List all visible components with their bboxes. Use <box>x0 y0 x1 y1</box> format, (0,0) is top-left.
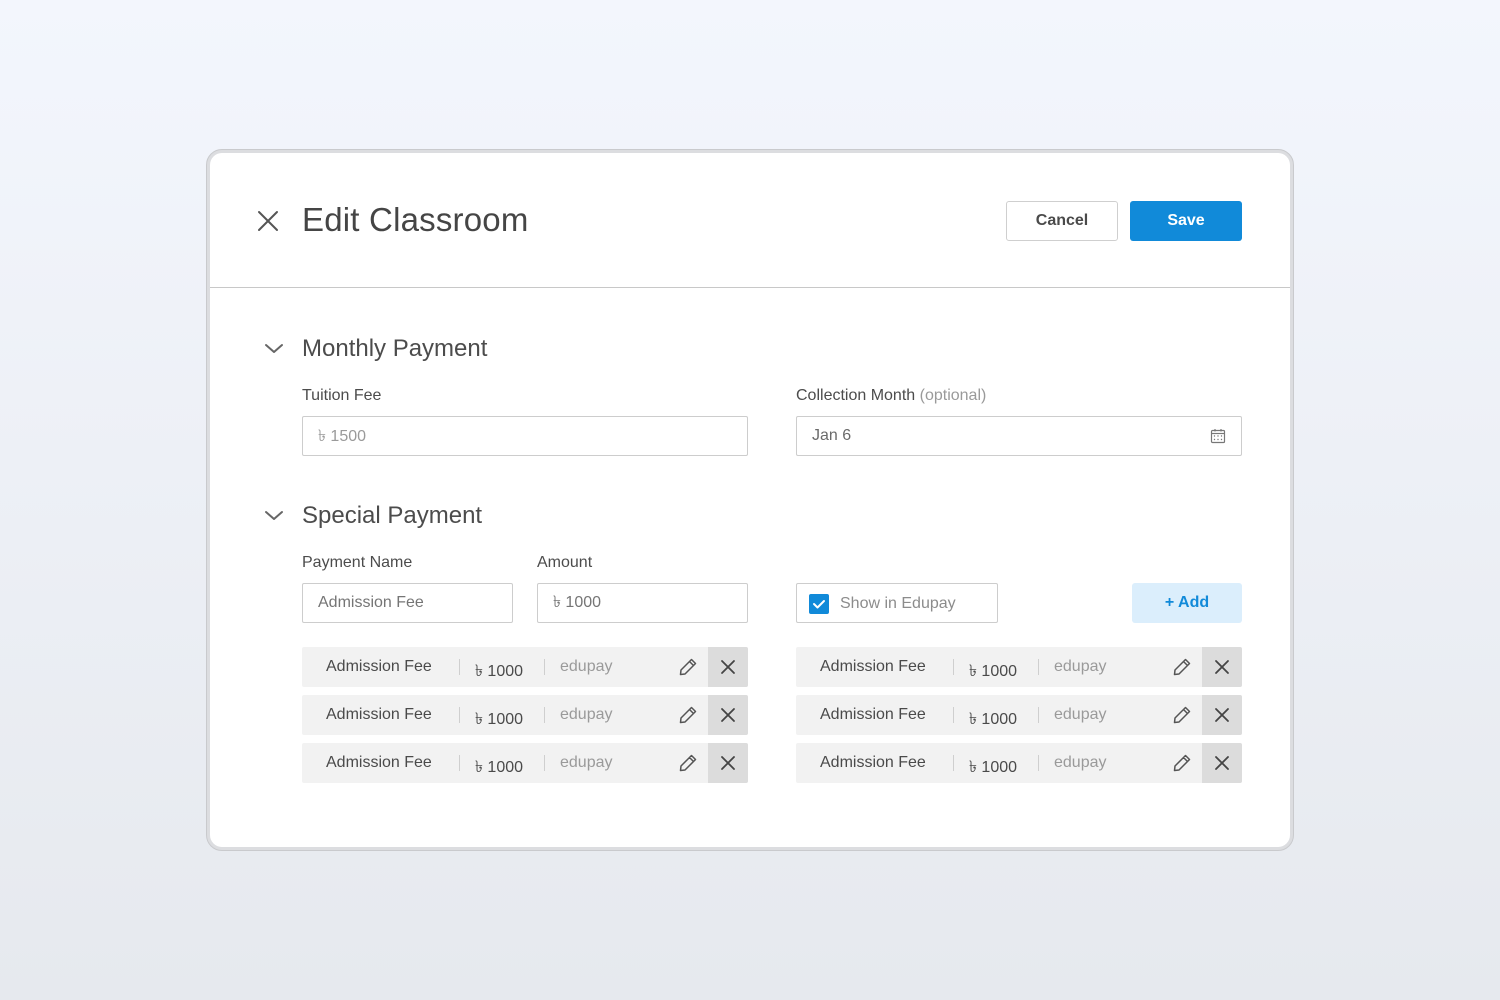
pencil-icon <box>1173 706 1191 724</box>
pencil-icon <box>679 706 697 724</box>
chevron-down-icon <box>265 511 283 520</box>
payment-name-input[interactable] <box>302 583 513 623</box>
delete-button[interactable] <box>708 695 748 735</box>
divider <box>1038 659 1039 675</box>
pencil-icon <box>679 658 697 676</box>
show-in-edupay-checkbox[interactable]: Show in Edupay <box>796 583 998 623</box>
edit-button[interactable] <box>1172 705 1192 725</box>
edit-classroom-dialog: Edit Classroom Cancel Save Monthly Payme… <box>210 153 1290 847</box>
payment-item: Admission Fee ৳ 1000 edupay <box>796 743 1242 783</box>
payment-item-amount: ৳ 1000 <box>969 711 1018 728</box>
special-section-title: Special Payment <box>302 502 483 529</box>
payment-name-label: Payment Name <box>302 554 413 571</box>
delete-button[interactable] <box>708 647 748 687</box>
calendar-icon[interactable] <box>1210 428 1226 444</box>
payment-item: Admission Fee ৳ 1000 edupay <box>302 647 748 687</box>
add-payment-button[interactable]: + Add <box>1132 583 1242 623</box>
payment-item-amount: ৳ 1000 <box>475 663 524 680</box>
payment-item-amount: ৳ 1000 <box>475 759 524 776</box>
payment-item-name: Admission Fee <box>820 658 926 675</box>
monthly-section-title: Monthly Payment <box>302 335 488 362</box>
divider <box>459 707 460 723</box>
x-icon <box>1215 660 1229 674</box>
payment-item-source: edupay <box>560 658 613 675</box>
divider <box>1038 755 1039 771</box>
edit-button[interactable] <box>1172 753 1192 773</box>
payment-item: Admission Fee ৳ 1000 edupay <box>796 695 1242 735</box>
payment-item: Admission Fee ৳ 1000 edupay <box>796 647 1242 687</box>
divider <box>544 755 545 771</box>
collection-month-input[interactable] <box>796 416 1242 456</box>
delete-button[interactable] <box>1202 647 1242 687</box>
collection-month-label-text: Collection Month <box>796 387 916 404</box>
delete-button[interactable] <box>1202 695 1242 735</box>
payment-item-name: Admission Fee <box>820 706 926 723</box>
delete-button[interactable] <box>1202 743 1242 783</box>
divider <box>953 755 954 771</box>
optional-hint: (optional) <box>919 387 987 404</box>
dialog-title: Edit Classroom <box>302 201 529 238</box>
divider <box>544 659 545 675</box>
divider <box>459 659 460 675</box>
payment-item-amount: ৳ 1000 <box>475 711 524 728</box>
edit-button[interactable] <box>678 753 698 773</box>
payment-item-source: edupay <box>560 706 613 723</box>
delete-button[interactable] <box>708 743 748 783</box>
payment-item-amount: ৳ 1000 <box>969 663 1018 680</box>
amount-label: Amount <box>537 554 593 571</box>
divider <box>544 707 545 723</box>
payment-item-source: edupay <box>560 754 613 771</box>
x-icon <box>1215 708 1229 722</box>
close-button[interactable] <box>256 209 280 233</box>
payment-item-amount: ৳ 1000 <box>969 759 1018 776</box>
pencil-icon <box>1173 658 1191 676</box>
pencil-icon <box>679 754 697 772</box>
pencil-icon <box>1173 754 1191 772</box>
payment-item-name: Admission Fee <box>326 754 432 771</box>
dialog-header: Edit Classroom Cancel Save <box>210 153 1290 288</box>
payment-item-name: Admission Fee <box>820 754 926 771</box>
divider <box>1038 707 1039 723</box>
x-icon <box>721 756 735 770</box>
x-icon <box>721 660 735 674</box>
payment-item-source: edupay <box>1054 658 1107 675</box>
save-button[interactable]: Save <box>1130 201 1242 241</box>
payment-item: Admission Fee ৳ 1000 edupay <box>302 743 748 783</box>
close-icon <box>258 211 278 231</box>
x-icon <box>1215 756 1229 770</box>
tuition-fee-input[interactable] <box>302 416 748 456</box>
show-in-edupay-label: Show in Edupay <box>840 595 956 612</box>
edit-button[interactable] <box>678 705 698 725</box>
divider <box>459 755 460 771</box>
check-icon <box>813 600 825 609</box>
monthly-section-toggle[interactable] <box>264 339 284 359</box>
checkbox-checked[interactable] <box>809 594 829 614</box>
amount-input[interactable] <box>537 583 748 623</box>
divider <box>953 707 954 723</box>
edit-button[interactable] <box>1172 657 1192 677</box>
payment-item-source: edupay <box>1054 706 1107 723</box>
divider <box>953 659 954 675</box>
payment-item-name: Admission Fee <box>326 658 432 675</box>
edit-button[interactable] <box>678 657 698 677</box>
payment-item-source: edupay <box>1054 754 1107 771</box>
special-section-toggle[interactable] <box>264 506 284 526</box>
cancel-button[interactable]: Cancel <box>1006 201 1118 241</box>
x-icon <box>721 708 735 722</box>
tuition-fee-label: Tuition Fee <box>302 387 382 404</box>
payment-item-name: Admission Fee <box>326 706 432 723</box>
payment-item: Admission Fee ৳ 1000 edupay <box>302 695 748 735</box>
chevron-down-icon <box>265 344 283 353</box>
collection-month-label: Collection Month (optional) <box>796 387 986 405</box>
